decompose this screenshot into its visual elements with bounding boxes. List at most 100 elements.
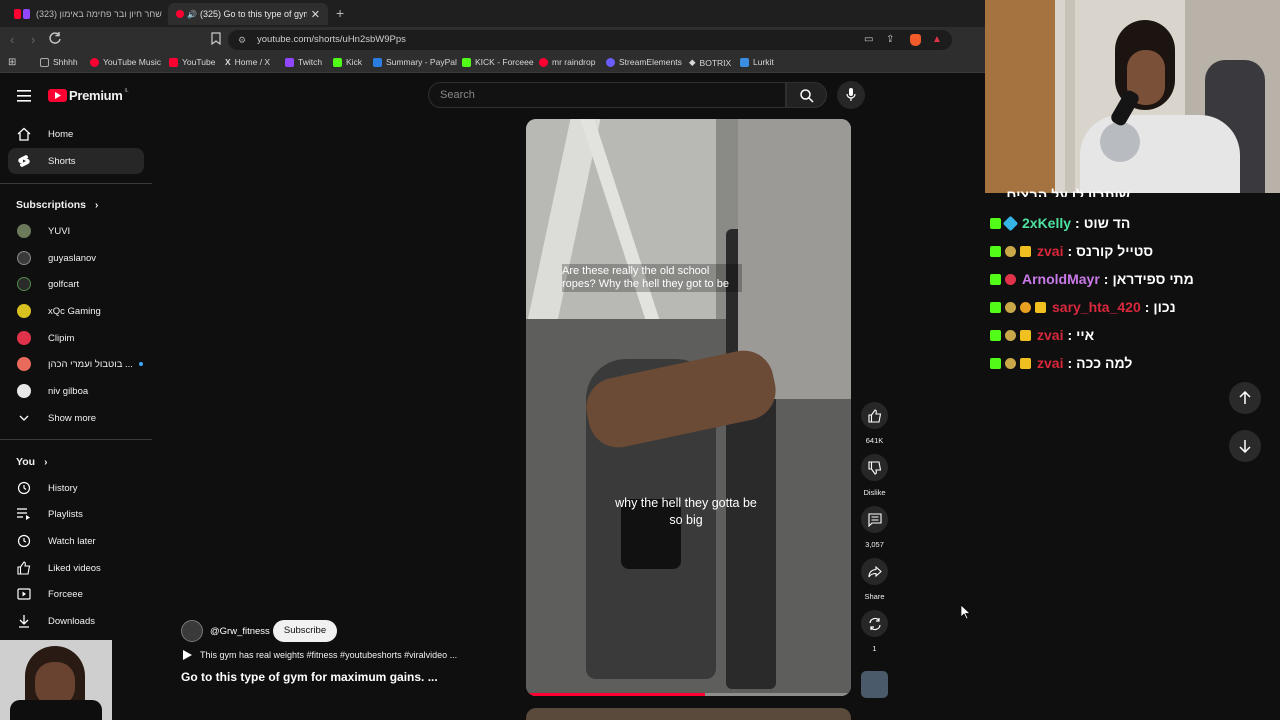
like-button[interactable] (861, 402, 888, 429)
avatar (17, 357, 31, 371)
search-icon (800, 89, 814, 103)
share-icon (867, 565, 882, 577)
chat-username[interactable]: sary_hta_420 (1052, 299, 1141, 315)
sidebar-divider (0, 439, 152, 440)
bookmark-item[interactable]: ◆ BOTRIX (689, 57, 731, 68)
tab-title: שחר חיון ובר פחימה באימון (323) (36, 9, 162, 19)
channel-avatar[interactable] (181, 620, 203, 642)
address-bar[interactable]: ⚙ youtube.com/shorts/uHn2sbW9Pps ▭ ⇪ ▲ (228, 30, 952, 50)
sidebar-item-home[interactable]: Home (8, 121, 144, 147)
chat-message: zvai : סטייל קורנס (990, 241, 1153, 261)
gift-badge-icon (1005, 301, 1016, 313)
sidebar-subscription[interactable]: YUVI (8, 218, 144, 244)
chat-username[interactable]: zvai (1037, 243, 1063, 259)
next-short-preview[interactable] (526, 708, 851, 720)
bookmark-item[interactable]: Kick (333, 57, 362, 67)
remix-button[interactable] (861, 610, 888, 637)
new-tab-button[interactable]: + (336, 5, 344, 21)
install-app-icon[interactable]: ▭ (864, 30, 873, 50)
sidebar-subscription[interactable]: xQc Gaming (8, 298, 144, 324)
bookmark-item[interactable]: X Home / X (225, 57, 270, 67)
sidebar-item-your-channel[interactable]: Forceee (8, 581, 144, 607)
arrow-down-icon (1239, 440, 1251, 453)
youtube-icon (539, 57, 548, 67)
bookmark-item[interactable]: YouTube (169, 57, 215, 67)
subscribe-button[interactable]: Subscribe (273, 620, 337, 642)
share-button[interactable] (861, 558, 888, 585)
sound-thumbnail[interactable] (861, 671, 888, 698)
next-short-button[interactable] (1229, 430, 1261, 462)
like-count: 641K (865, 436, 884, 445)
browser-tab-bar: שחר חיון ובר פחימה באימון (323) 🔊 (325) … (0, 0, 985, 27)
browser-tab[interactable]: שחר חיון ובר פחימה באימון (323) (6, 3, 164, 25)
gift-badge-icon (1005, 245, 1016, 257)
kick-badge-icon (990, 245, 1001, 257)
subscriptions-heading[interactable]: Subscriptions › (16, 199, 98, 211)
sidebar-item-liked-videos[interactable]: Liked videos (8, 555, 144, 581)
sidebar-item-watch-later[interactable]: Watch later (8, 528, 144, 554)
lurkit-icon (740, 57, 749, 67)
share-page-icon[interactable]: ⇪ (886, 30, 894, 50)
progress-track[interactable] (526, 693, 851, 696)
chat-username[interactable]: ArnoldMayr (1022, 271, 1100, 287)
bookmark-item[interactable]: Shhhh (40, 57, 78, 67)
youtube-premium-logo[interactable]: Premium IL (48, 88, 129, 103)
sidebar-subscription[interactable]: golfcart (8, 271, 144, 297)
search-input[interactable]: Search (428, 82, 786, 108)
sidebar-subscription[interactable]: Clipim (8, 325, 144, 351)
sidebar-item-downloads[interactable]: Downloads (8, 608, 144, 634)
close-tab-icon[interactable]: ✕ (311, 8, 320, 21)
streamer-overlay-image (0, 640, 112, 720)
bookmark-item[interactable]: Lurkit (740, 57, 774, 67)
recording-dot-icon (176, 10, 184, 18)
brave-rewards-icon[interactable]: ▲ (932, 30, 942, 50)
avatar (17, 224, 31, 238)
channel-name[interactable]: @Grw_fitness (210, 626, 270, 637)
gift-badge-icon (1005, 329, 1016, 341)
short-title[interactable]: Go to this type of gym for maximum gains… (181, 670, 438, 684)
apps-icon[interactable]: ⊞ (8, 57, 16, 68)
bookmark-item[interactable]: Summary - PayPal (373, 57, 457, 67)
chat-text: מתי ספידראן (1112, 271, 1194, 287)
url-text: youtube.com/shorts/uHn2sbW9Pps (257, 34, 406, 45)
sidebar-item-shorts[interactable]: Shorts (8, 148, 144, 174)
comments-button[interactable] (861, 506, 888, 533)
brave-shields-icon[interactable] (910, 34, 921, 46)
sidebar-subscription[interactable]: guyaslanov (8, 245, 144, 271)
site-info-icon[interactable]: ⚙ (238, 30, 246, 50)
sidebar-subscription[interactable]: בוטבול ועמרי הכהן ... (8, 351, 144, 377)
bookmark-item[interactable]: KICK - Forceee (462, 57, 534, 67)
voice-search-button[interactable] (837, 81, 865, 109)
number-badge-icon (1020, 301, 1031, 313)
sidebar-subscription[interactable]: niv gilboa (8, 378, 144, 404)
bookmark-item[interactable]: Twitch (285, 57, 322, 67)
sidebar-item-history[interactable]: History (8, 475, 144, 501)
search-button[interactable] (786, 82, 827, 108)
dislike-button[interactable] (861, 454, 888, 481)
chat-username[interactable]: 2xKelly (1022, 215, 1071, 231)
x-logo-icon: X (225, 57, 231, 67)
show-more-button[interactable]: Show more (8, 405, 144, 431)
short-description[interactable]: This gym has real weights #fitness #yout… (183, 650, 457, 660)
avatar (17, 384, 31, 398)
sidebar-item-playlists[interactable]: Playlists (8, 501, 144, 527)
chevron-right-icon: › (95, 199, 99, 211)
short-video-player[interactable]: Are these really the old school ropes? W… (526, 119, 851, 696)
avatar (17, 277, 31, 291)
reload-icon[interactable] (48, 31, 62, 45)
new-content-dot-icon (138, 362, 143, 366)
bookmark-page-icon[interactable] (211, 32, 221, 46)
bookmark-item[interactable]: YouTube Music (90, 57, 161, 67)
you-heading[interactable]: You › (16, 456, 47, 468)
hamburger-menu-icon[interactable] (17, 89, 31, 102)
chat-username[interactable]: zvai (1037, 355, 1063, 371)
chat-username[interactable]: zvai (1037, 327, 1063, 343)
forward-icon[interactable]: › (31, 32, 35, 47)
microphone-icon (846, 88, 856, 101)
back-icon[interactable]: ‹ (10, 32, 14, 47)
bookmark-item[interactable]: mr raindrop (539, 57, 595, 67)
browser-tab-active[interactable]: 🔊 (325) Go to this type of gym f ✕ (168, 3, 328, 25)
bookmark-item[interactable]: StreamElements (606, 57, 682, 67)
remix-count: 1 (872, 644, 877, 653)
previous-short-button[interactable] (1229, 382, 1261, 414)
